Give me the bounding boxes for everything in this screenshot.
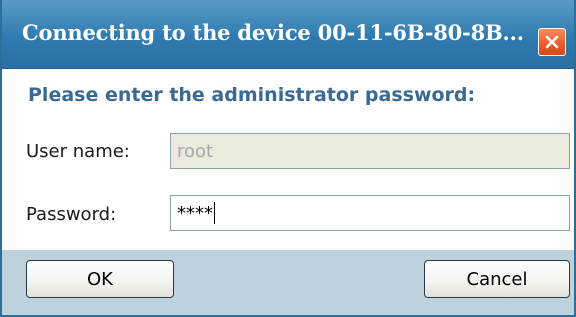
- password-prompt: Please enter the administrator password:: [28, 84, 476, 106]
- button-bar: OK Cancel: [2, 250, 574, 315]
- password-field[interactable]: ****: [170, 195, 570, 231]
- window-title: Connecting to the device 00-11-6B-80-8B.…: [22, 20, 524, 45]
- username-label: User name:: [26, 141, 130, 162]
- title-bar[interactable]: Connecting to the device 00-11-6B-80-8B.…: [2, 0, 574, 69]
- cancel-button[interactable]: Cancel: [424, 260, 570, 298]
- login-dialog: Connecting to the device 00-11-6B-80-8B.…: [0, 0, 576, 317]
- username-field: root: [170, 133, 570, 169]
- text-caret: [214, 202, 215, 224]
- password-value: ****: [177, 202, 213, 224]
- password-label: Password:: [26, 204, 117, 225]
- close-button[interactable]: [538, 28, 566, 56]
- close-x-icon: [544, 34, 560, 50]
- ok-button[interactable]: OK: [26, 260, 174, 298]
- username-value: root: [177, 140, 214, 162]
